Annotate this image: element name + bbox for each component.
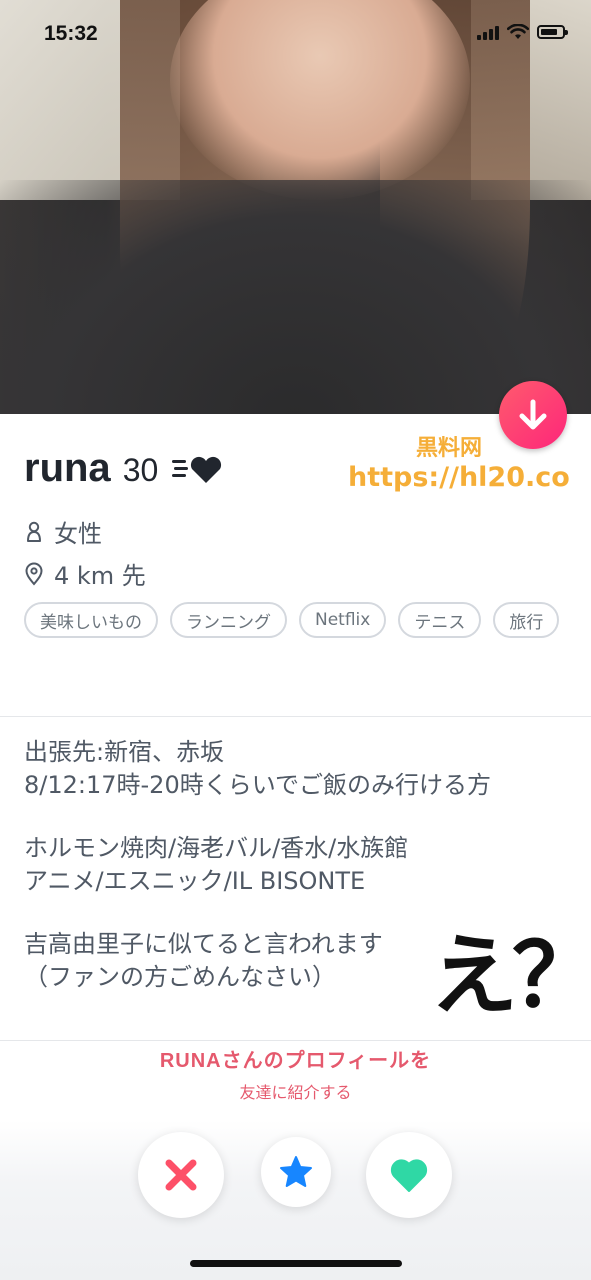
profile-age: 30: [122, 452, 159, 488]
interest-tag[interactable]: テニス: [398, 602, 482, 638]
swipe-note-heart-icon: [172, 456, 222, 483]
interest-tag[interactable]: ランニング: [170, 602, 287, 638]
status-bar: 15:32: [0, 0, 591, 64]
distance-label: 4 km 先: [54, 562, 146, 590]
arrow-down-icon: [519, 399, 547, 430]
annotation-text: え？: [430, 923, 591, 1027]
share-profile-link[interactable]: RUNAさんのプロフィールを 友達に紹介する: [0, 1044, 591, 1103]
interest-tag[interactable]: 美味しいもの: [24, 602, 158, 638]
name-row: runa 30: [24, 446, 224, 491]
gender-label: 女性: [54, 520, 102, 548]
nope-button[interactable]: [138, 1132, 224, 1218]
home-indicator[interactable]: [190, 1260, 402, 1267]
wifi-icon: [507, 24, 529, 39]
profile-name: runa: [24, 446, 111, 490]
status-time: 15:32: [44, 22, 98, 45]
heart-icon: [390, 1159, 428, 1192]
bio-paragraph: 出張先:新宿、赤坂 8/12:17時-20時くらいでご飯のみ行ける方: [24, 738, 491, 799]
gender-row: 女性: [24, 514, 102, 549]
interest-tag[interactable]: 旅行: [493, 602, 560, 638]
interest-tag[interactable]: Netflix: [299, 602, 387, 638]
close-icon: [165, 1159, 197, 1191]
interests: 美味しいもの ランニング Netflix テニス 旅行: [24, 602, 564, 638]
watermark: 黒料网 https://hl20.co: [348, 436, 570, 493]
location-pin-icon: [25, 562, 43, 586]
bio-paragraph: ホルモン焼肉/海老バル/香水/水族館 アニメ/エスニック/IL BISONTE: [24, 834, 409, 895]
person-icon: [27, 521, 41, 542]
distance-row: 4 km 先: [24, 556, 146, 591]
divider: [0, 716, 591, 717]
share-subtitle: 友達に紹介する: [239, 1083, 352, 1102]
star-icon: [280, 1156, 312, 1187]
signal-icon: [477, 24, 499, 40]
battery-icon: [537, 25, 568, 39]
superlike-button[interactable]: [261, 1137, 331, 1207]
divider: [0, 1040, 591, 1041]
like-button[interactable]: [366, 1132, 452, 1218]
share-title: RUNAさんのプロフィールを: [159, 1050, 432, 1072]
